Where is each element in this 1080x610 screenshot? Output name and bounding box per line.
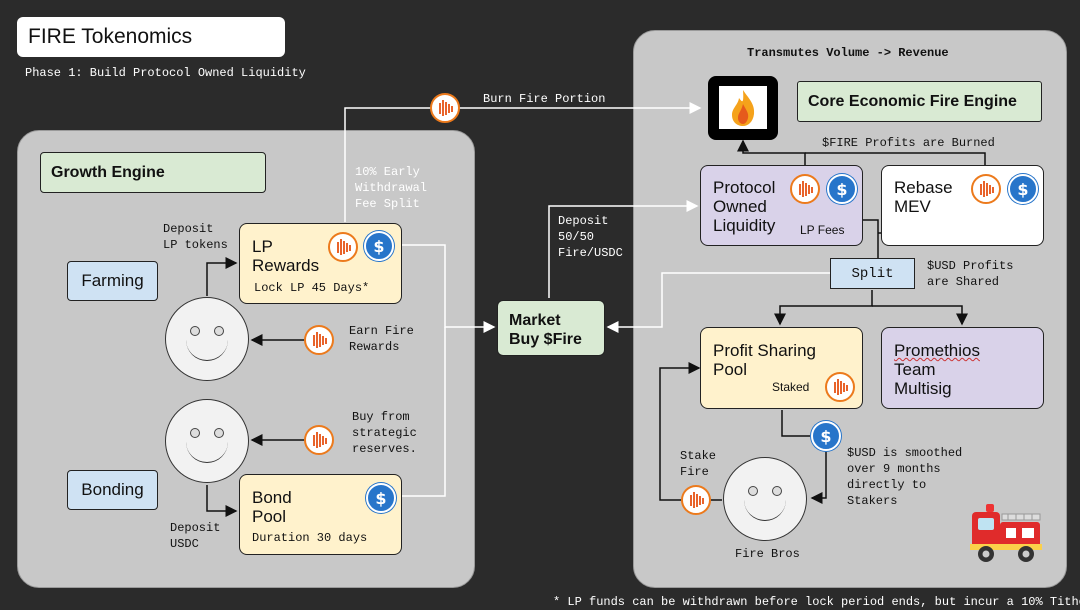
eye xyxy=(748,486,758,496)
bonder-face xyxy=(165,399,249,483)
deposit-5050-label: Deposit 50/50 Fire/USDC xyxy=(558,213,623,261)
earn-fire-label: Earn Fire Rewards xyxy=(349,323,414,355)
pol-line-1: Protocol xyxy=(713,178,776,197)
eye xyxy=(190,326,200,336)
growth-engine-label: Growth Engine xyxy=(40,152,266,193)
usd-shared-label: $USD Profits are Shared xyxy=(927,258,1013,290)
lp-rewards-node: LP Rewards Lock LP 45 Days* $ xyxy=(239,223,402,304)
deposit-usdc-line-2: USDC xyxy=(170,537,199,551)
fire-token-icon xyxy=(304,425,334,455)
early-withdrawal-line-3: Fee Split xyxy=(355,197,420,211)
fire-token-icon xyxy=(430,93,460,123)
rebase-line-2: MEV xyxy=(894,197,931,216)
fire-token-icon xyxy=(825,372,855,402)
lp-rewards-title-1: LP xyxy=(252,237,273,256)
promethios-line-1: Promethios xyxy=(894,341,980,360)
profit-sharing-pool-node: Profit Sharing Pool Staked xyxy=(700,327,863,409)
stake-fire-line-1: Stake xyxy=(680,449,717,463)
pol-line-3: Liquidity xyxy=(713,216,776,235)
fire-token-icon xyxy=(304,325,334,355)
deposit-5050-line-3: Fire/USDC xyxy=(558,246,623,260)
eye xyxy=(214,326,224,336)
buy-strategic-line-3: reserves. xyxy=(352,442,417,456)
rebase-mev-node: Rebase MEV $ xyxy=(881,165,1044,246)
usdc-icon: $ xyxy=(811,421,841,451)
eye xyxy=(214,428,224,438)
market-buy-line-1: Market xyxy=(509,312,561,329)
smoothed-line-3: directly to xyxy=(847,478,927,492)
stake-fire-label: Stake Fire xyxy=(680,448,716,480)
deposit-lp-line-2: LP tokens xyxy=(163,238,228,252)
lp-rewards-detail: Lock LP 45 Days* xyxy=(254,281,370,295)
eye xyxy=(190,428,200,438)
promethios-line-3: Multisig xyxy=(894,379,952,398)
fire-bros-face xyxy=(723,457,807,541)
fire-token-icon xyxy=(328,232,358,262)
fire-token-icon xyxy=(790,174,820,204)
bonding-label: Bonding xyxy=(67,470,158,510)
usdc-icon: $ xyxy=(366,483,396,513)
staked-label: Staked xyxy=(772,380,810,394)
stake-fire-line-2: Fire xyxy=(680,465,709,479)
core-engine-header: Transmutes Volume -> Revenue xyxy=(747,46,949,60)
profits-burned-label: $FIRE Profits are Burned xyxy=(822,136,995,150)
fire-token-icon xyxy=(971,174,1001,204)
usdc-icon: $ xyxy=(1008,174,1038,204)
bond-pool-title-2: Pool xyxy=(252,507,287,526)
deposit-lp-line-1: Deposit xyxy=(163,222,214,236)
pol-line-2: Owned xyxy=(713,197,767,216)
profit-pool-line-1: Profit Sharing xyxy=(713,341,816,360)
split-node: Split xyxy=(830,258,915,289)
pol-node: Protocol Owned Liquidity LP Fees $ xyxy=(700,165,863,246)
buy-strategic-label: Buy from strategic reserves. xyxy=(352,409,417,457)
buy-strategic-line-2: strategic xyxy=(352,426,417,440)
early-withdrawal-line-1: 10% Early xyxy=(355,165,420,179)
deposit-5050-line-1: Deposit xyxy=(558,214,609,228)
rebase-line-1: Rebase xyxy=(894,178,953,197)
deposit-lp-label: Deposit LP tokens xyxy=(163,221,228,253)
flame-icon-box xyxy=(708,76,778,140)
farming-label: Farming xyxy=(67,261,158,301)
earn-fire-line-2: Rewards xyxy=(349,340,400,354)
early-withdrawal-line-2: Withdrawal xyxy=(355,181,428,195)
promethios-line-2: Team xyxy=(894,360,936,379)
usdc-icon: $ xyxy=(827,174,857,204)
promethios-node: Promethios Team Multisig xyxy=(881,327,1044,409)
earn-fire-line-1: Earn Fire xyxy=(349,324,414,338)
market-buy-line-2: Buy $Fire xyxy=(509,331,582,348)
deposit-usdc-label: Deposit USDC xyxy=(170,520,220,552)
mouth xyxy=(744,496,786,521)
bond-pool-detail: Duration 30 days xyxy=(252,531,368,545)
smoothed-line-4: Stakers xyxy=(847,494,898,508)
eye xyxy=(772,486,782,496)
smoothed-line-1: $USD is smoothed xyxy=(847,446,963,460)
profit-pool-line-2: Pool xyxy=(713,360,748,379)
mouth xyxy=(186,336,228,361)
fire-truck-icon xyxy=(968,500,1044,575)
market-buy-node: Market Buy $Fire xyxy=(497,300,605,356)
lp-fees-label: LP Fees xyxy=(800,223,845,237)
bond-pool-node: Bond Pool Duration 30 days $ xyxy=(239,474,402,555)
lp-rewards-title-2: Rewards xyxy=(252,256,320,275)
early-withdrawal-label: 10% Early Withdrawal Fee Split xyxy=(355,164,427,212)
farmer-face xyxy=(165,297,249,381)
smoothed-line-2: over 9 months xyxy=(847,462,941,476)
fire-token-icon xyxy=(681,485,711,515)
smoothed-label: $USD is smoothed over 9 months directly … xyxy=(847,445,962,509)
core-engine-label: Core Economic Fire Engine xyxy=(797,81,1042,122)
usd-shared-line-1: $USD Profits xyxy=(927,259,1014,273)
deposit-5050-line-2: 50/50 xyxy=(558,230,595,244)
fire-bros-label: Fire Bros xyxy=(735,547,800,561)
mouth xyxy=(186,438,228,463)
usdc-icon: $ xyxy=(364,231,394,261)
bond-pool-title-1: Bond xyxy=(252,488,292,507)
deposit-usdc-line-1: Deposit xyxy=(170,521,221,535)
footnote: * LP funds can be withdrawn before lock … xyxy=(553,595,1080,609)
flame-icon xyxy=(719,86,767,129)
buy-strategic-line-1: Buy from xyxy=(352,410,410,424)
usd-shared-line-2: are Shared xyxy=(927,275,1000,289)
burn-fire-label: Burn Fire Portion xyxy=(483,92,606,106)
